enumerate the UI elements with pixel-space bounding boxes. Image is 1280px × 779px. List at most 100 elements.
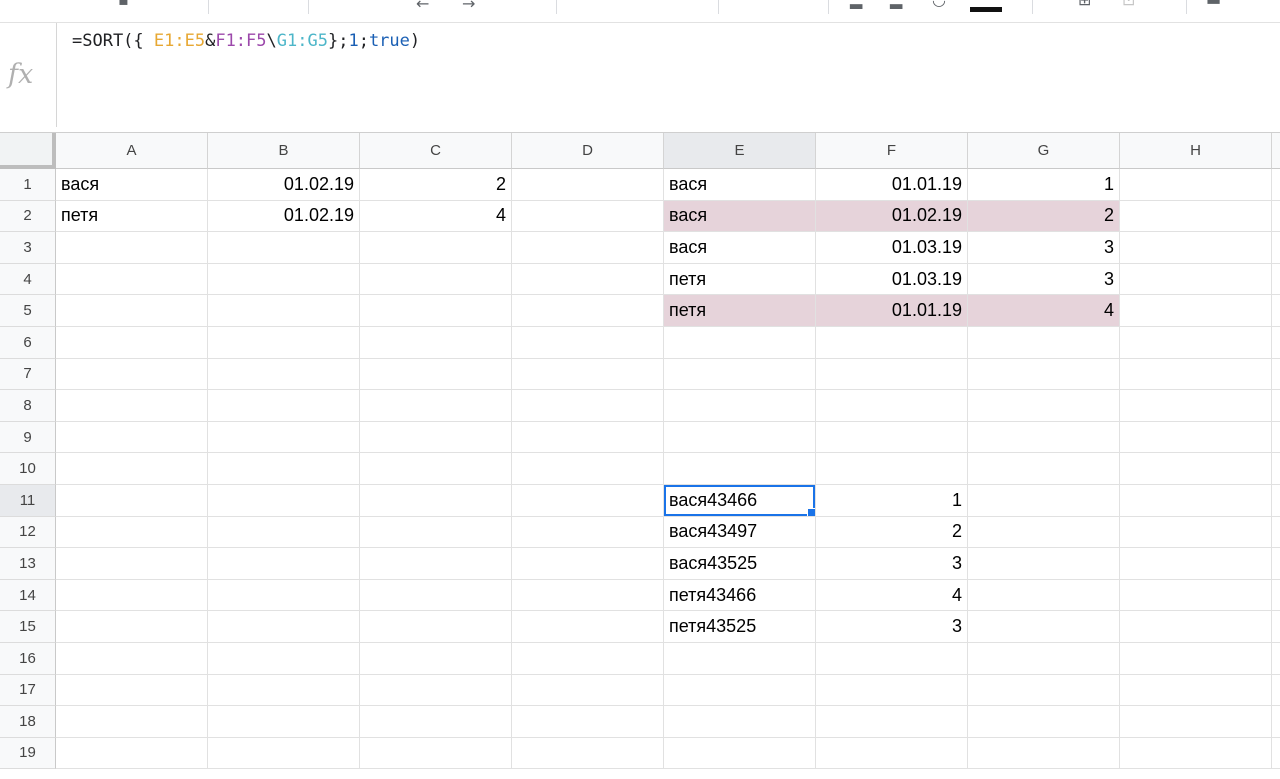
cell-c10[interactable] (360, 453, 512, 485)
cell-f11[interactable]: 1 (816, 484, 968, 517)
column-header-e[interactable]: E (664, 133, 816, 169)
cell-h5[interactable] (1120, 295, 1272, 327)
cell-g15[interactable] (968, 611, 1120, 643)
cell-d11[interactable] (512, 484, 664, 517)
cell-partial[interactable] (1272, 706, 1280, 738)
cell-g18[interactable] (968, 706, 1120, 738)
cell-partial[interactable] (1272, 232, 1280, 264)
cell-b19[interactable] (208, 737, 360, 770)
cell-a17[interactable] (56, 674, 208, 707)
cell-partial[interactable] (1272, 737, 1280, 770)
cell-e2[interactable]: вася (664, 200, 816, 233)
cell-h11[interactable] (1120, 484, 1272, 517)
cell-c16[interactable] (360, 642, 512, 675)
cell-h6[interactable] (1120, 326, 1272, 359)
row-header-5[interactable]: 5 (0, 295, 56, 327)
column-header-partial[interactable] (1272, 133, 1280, 169)
cell-partial[interactable] (1272, 326, 1280, 359)
cell-a11[interactable] (56, 484, 208, 517)
cell-a3[interactable] (56, 232, 208, 264)
row-header-2[interactable]: 2 (0, 200, 56, 233)
cell-g5[interactable]: 4 (968, 295, 1120, 327)
cell-d4[interactable] (512, 263, 664, 296)
cell-h1[interactable] (1120, 169, 1272, 201)
borders-icon[interactable]: ⊡ (1122, 0, 1135, 8)
row-header-6[interactable]: 6 (0, 326, 56, 359)
cell-h9[interactable] (1120, 421, 1272, 454)
cell-b5[interactable] (208, 295, 360, 327)
cell-partial[interactable] (1272, 579, 1280, 612)
cell-b2[interactable]: 01.02.19 (208, 200, 360, 233)
column-header-c[interactable]: C (360, 133, 512, 169)
row-header-12[interactable]: 12 (0, 516, 56, 549)
cell-a6[interactable] (56, 326, 208, 359)
fill-color-icon[interactable]: ⊞ (1078, 0, 1091, 8)
cell-f15[interactable]: 3 (816, 611, 968, 643)
cell-b4[interactable] (208, 263, 360, 296)
cell-partial[interactable] (1272, 453, 1280, 485)
cell-a16[interactable] (56, 642, 208, 675)
cell-d19[interactable] (512, 737, 664, 770)
cell-c19[interactable] (360, 737, 512, 770)
cell-h15[interactable] (1120, 611, 1272, 643)
row-header-3[interactable]: 3 (0, 232, 56, 264)
cell-partial[interactable] (1272, 548, 1280, 580)
cell-h14[interactable] (1120, 579, 1272, 612)
cell-d16[interactable] (512, 642, 664, 675)
row-header-13[interactable]: 13 (0, 548, 56, 580)
cell-f2[interactable]: 01.02.19 (816, 200, 968, 233)
cell-e11[interactable]: вася43466 (664, 484, 816, 517)
cell-c4[interactable] (360, 263, 512, 296)
cell-e6[interactable] (664, 326, 816, 359)
cell-g10[interactable] (968, 453, 1120, 485)
cell-b7[interactable] (208, 358, 360, 391)
cell-d18[interactable] (512, 706, 664, 738)
cell-g19[interactable] (968, 737, 1120, 770)
cell-g6[interactable] (968, 326, 1120, 359)
cell-d1[interactable] (512, 169, 664, 201)
cell-f6[interactable] (816, 326, 968, 359)
cell-b10[interactable] (208, 453, 360, 485)
cell-c3[interactable] (360, 232, 512, 264)
cell-g1[interactable]: 1 (968, 169, 1120, 201)
row-header-10[interactable]: 10 (0, 453, 56, 485)
cell-g16[interactable] (968, 642, 1120, 675)
row-header-1[interactable]: 1 (0, 169, 56, 201)
cell-partial[interactable] (1272, 421, 1280, 454)
cell-f10[interactable] (816, 453, 968, 485)
select-all-corner[interactable] (0, 133, 56, 169)
cell-e5[interactable]: петя (664, 295, 816, 327)
cell-partial[interactable] (1272, 516, 1280, 549)
italic-icon[interactable]: ▂ (890, 0, 902, 8)
cell-h12[interactable] (1120, 516, 1272, 549)
cell-a10[interactable] (56, 453, 208, 485)
row-header-9[interactable]: 9 (0, 421, 56, 454)
cell-h8[interactable] (1120, 390, 1272, 422)
cell-a7[interactable] (56, 358, 208, 391)
cell-h7[interactable] (1120, 358, 1272, 391)
cell-e8[interactable] (664, 390, 816, 422)
cell-g13[interactable] (968, 548, 1120, 580)
cell-d6[interactable] (512, 326, 664, 359)
cell-a13[interactable] (56, 548, 208, 580)
cell-f1[interactable]: 01.01.19 (816, 169, 968, 201)
cell-h19[interactable] (1120, 737, 1272, 770)
cell-g4[interactable]: 3 (968, 263, 1120, 296)
cell-g3[interactable]: 3 (968, 232, 1120, 264)
cell-c12[interactable] (360, 516, 512, 549)
cell-partial[interactable] (1272, 169, 1280, 201)
row-header-16[interactable]: 16 (0, 642, 56, 675)
cell-d12[interactable] (512, 516, 664, 549)
row-header-7[interactable]: 7 (0, 358, 56, 391)
cell-f17[interactable] (816, 674, 968, 707)
cell-c6[interactable] (360, 326, 512, 359)
cell-a9[interactable] (56, 421, 208, 454)
cell-b16[interactable] (208, 642, 360, 675)
cell-f12[interactable]: 2 (816, 516, 968, 549)
column-header-d[interactable]: D (512, 133, 664, 169)
cell-h2[interactable] (1120, 200, 1272, 233)
cell-b12[interactable] (208, 516, 360, 549)
cell-g2[interactable]: 2 (968, 200, 1120, 233)
cell-d13[interactable] (512, 548, 664, 580)
cell-d17[interactable] (512, 674, 664, 707)
